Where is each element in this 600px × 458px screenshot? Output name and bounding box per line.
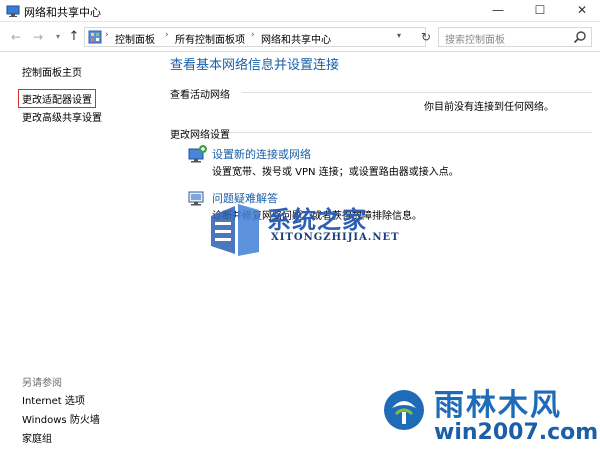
sidebar-link-internet-options[interactable]: Internet 选项 [22, 392, 85, 407]
refresh-button[interactable]: ↻ [418, 29, 434, 45]
watermark-site-url: XITONGZHIJIA.NET [271, 232, 400, 243]
breadcrumb-separator[interactable]: › [251, 30, 255, 40]
watermark-logo-icon [211, 204, 259, 256]
forward-button[interactable]: → [30, 29, 46, 45]
search-input[interactable]: 搜索控制面板 [438, 27, 592, 47]
sidebar-link-advanced-sharing[interactable]: 更改高级共享设置 [22, 109, 102, 124]
control-panel-icon [88, 30, 102, 44]
sidebar: 控制面板主页 更改适配器设置 更改高级共享设置 另请参阅 Internet 选项… [0, 52, 150, 458]
breadcrumb-control-panel[interactable]: 控制面板 [115, 31, 155, 46]
title-bar: 网络和共享中心 — ☐ ✕ [0, 0, 600, 22]
network-center-icon [6, 5, 20, 17]
minimize-button[interactable]: — [480, 0, 516, 22]
watermark-site-name: 系统之家 [267, 205, 367, 234]
divider [242, 92, 592, 93]
watermark-yulinmufeng: 雨林木风 win2007.com [382, 380, 600, 458]
maximize-button[interactable]: ☐ [522, 0, 558, 22]
breadcrumb-separator: › [105, 30, 109, 40]
watermark2-site-name: 雨林木风 [434, 388, 562, 423]
sidebar-link-adapter-settings[interactable]: 更改适配器设置 [18, 89, 96, 108]
breadcrumb-network-center[interactable]: 网络和共享中心 [261, 31, 331, 46]
watermark-xitongzhijia: 系统之家 XITONGZHIJIA.NET [205, 200, 405, 262]
close-button[interactable]: ✕ [564, 0, 600, 22]
active-networks-heading: 查看活动网络 [170, 90, 230, 101]
back-button[interactable]: ← [8, 29, 24, 45]
recent-locations-dropdown[interactable]: ▾ [50, 29, 66, 45]
address-dropdown-icon[interactable]: ▾ [397, 31, 401, 40]
divider [230, 132, 592, 133]
breadcrumb-separator[interactable]: › [165, 30, 169, 40]
navigation-bar: ← → ▾ ↑ › 控制面板 › 所有控制面板项 › 网络和共享中心 ▾ ↻ 搜… [0, 22, 600, 52]
up-button[interactable]: ↑ [66, 29, 82, 45]
page-title: 查看基本网络信息并设置连接 [170, 58, 340, 73]
watermark2-site-url: win2007.com [434, 420, 599, 445]
yulinmufeng-logo-icon [384, 390, 424, 430]
sidebar-link-home[interactable]: 控制面板主页 [22, 64, 82, 79]
change-settings-heading: 更改网络设置 [170, 130, 230, 141]
see-also-heading: 另请参阅 [22, 378, 62, 389]
new-connection-link[interactable]: 设置新的连接或网络 [212, 146, 311, 162]
search-placeholder: 搜索控制面板 [445, 35, 505, 46]
sidebar-link-firewall[interactable]: Windows 防火墙 [22, 411, 100, 426]
search-icon[interactable] [573, 30, 587, 44]
breadcrumb-all-items[interactable]: 所有控制面板项 [175, 31, 245, 46]
address-bar[interactable]: › 控制面板 › 所有控制面板项 › 网络和共享中心 ▾ [84, 27, 426, 47]
sidebar-link-homegroup[interactable]: 家庭组 [22, 430, 52, 445]
new-connection-icon [188, 145, 207, 163]
no-network-status: 你目前没有连接到任何网络。 [424, 102, 554, 113]
window-title: 网络和共享中心 [24, 6, 101, 19]
new-connection-description: 设置宽带、拨号或 VPN 连接；或设置路由器或接入点。 [212, 167, 459, 178]
